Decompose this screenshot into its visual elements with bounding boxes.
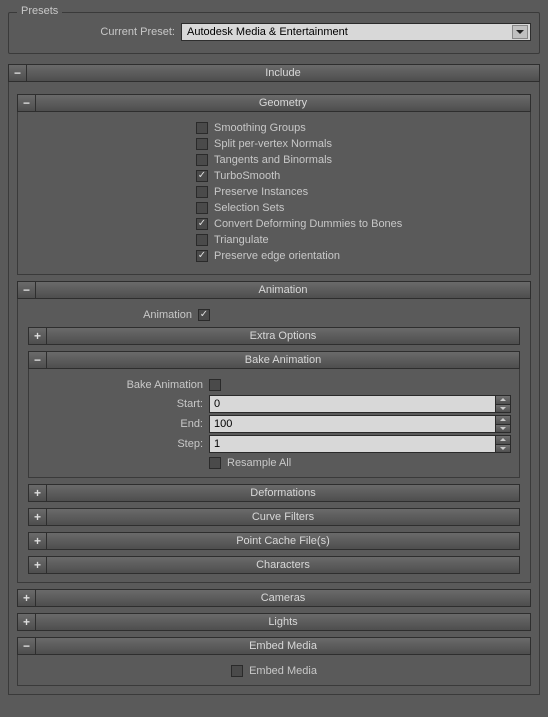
geometry-title[interactable]: Geometry: [35, 94, 531, 112]
curve-filters-title[interactable]: Curve Filters: [46, 508, 520, 526]
geometry-checkbox-label: Selection Sets: [214, 202, 284, 214]
step-input[interactable]: 1: [209, 435, 495, 453]
point-cache-title[interactable]: Point Cache File(s): [46, 532, 520, 550]
start-input[interactable]: 0: [209, 395, 495, 413]
end-down-icon[interactable]: [496, 425, 510, 433]
presets-legend: Presets: [17, 5, 62, 17]
geometry-item: Smoothing Groups: [196, 122, 522, 134]
geometry-body: Smoothing Groups Split per-vertex Normals…: [17, 112, 531, 275]
geometry-checkbox[interactable]: [196, 186, 208, 198]
start-spinner[interactable]: 0: [209, 395, 511, 413]
presets-fieldset: Presets Current Preset: Autodesk Media &…: [8, 12, 540, 54]
geometry-checkbox-label: Tangents and Binormals: [214, 154, 332, 166]
start-up-icon[interactable]: [496, 396, 510, 405]
include-title[interactable]: Include: [26, 64, 540, 82]
geometry-checkbox-label: Convert Deforming Dummies to Bones: [214, 218, 402, 230]
embed-media-checkbox[interactable]: [231, 665, 243, 677]
end-input[interactable]: 100: [209, 415, 495, 433]
current-preset-dropdown[interactable]: Autodesk Media & Entertainment: [181, 23, 531, 41]
animation-title[interactable]: Animation: [35, 281, 531, 299]
bake-toggle[interactable]: −: [28, 351, 46, 369]
embed-title[interactable]: Embed Media: [35, 637, 531, 655]
resample-label: Resample All: [227, 457, 291, 469]
deformations-title[interactable]: Deformations: [46, 484, 520, 502]
end-label: End:: [37, 418, 209, 430]
geometry-item: TurboSmooth: [196, 170, 522, 182]
geometry-checkbox[interactable]: [196, 154, 208, 166]
embed-media-label: Embed Media: [249, 665, 317, 677]
geometry-checkbox-label: Preserve Instances: [214, 186, 308, 198]
current-preset-value: Autodesk Media & Entertainment: [187, 26, 348, 38]
embed-body: Embed Media: [17, 655, 531, 686]
geometry-checkbox-label: Split per-vertex Normals: [214, 138, 332, 150]
include-toggle[interactable]: −: [8, 64, 26, 82]
step-label: Step:: [37, 438, 209, 450]
end-up-icon[interactable]: [496, 416, 510, 425]
point-cache-toggle[interactable]: +: [28, 532, 46, 550]
bake-animation-checkbox[interactable]: [209, 379, 221, 391]
deformations-toggle[interactable]: +: [28, 484, 46, 502]
animation-toggle[interactable]: −: [17, 281, 35, 299]
cameras-title[interactable]: Cameras: [35, 589, 531, 607]
bake-animation-label: Bake Animation: [37, 379, 209, 391]
resample-checkbox[interactable]: [209, 457, 221, 469]
geometry-item: Split per-vertex Normals: [196, 138, 522, 150]
lights-title[interactable]: Lights: [35, 613, 531, 631]
characters-title[interactable]: Characters: [46, 556, 520, 574]
animation-checkbox[interactable]: [198, 309, 210, 321]
geometry-checkbox[interactable]: [196, 234, 208, 246]
step-spinner[interactable]: 1: [209, 435, 511, 453]
geometry-item: Selection Sets: [196, 202, 522, 214]
geometry-item: Triangulate: [196, 234, 522, 246]
extra-options-toggle[interactable]: +: [28, 327, 46, 345]
characters-toggle[interactable]: +: [28, 556, 46, 574]
embed-toggle[interactable]: −: [17, 637, 35, 655]
geometry-checkbox[interactable]: [196, 202, 208, 214]
geometry-item: Preserve edge orientation: [196, 250, 522, 262]
geometry-item: Preserve Instances: [196, 186, 522, 198]
bake-body: Bake Animation Start: 0 End: 100: [28, 369, 520, 478]
geometry-checkbox-label: Triangulate: [214, 234, 269, 246]
geometry-item: Tangents and Binormals: [196, 154, 522, 166]
start-label: Start:: [37, 398, 209, 410]
bake-title[interactable]: Bake Animation: [46, 351, 520, 369]
step-up-icon[interactable]: [496, 436, 510, 445]
animation-checkbox-label: Animation: [26, 309, 198, 321]
geometry-checkbox-label: TurboSmooth: [214, 170, 280, 182]
dropdown-arrow-icon[interactable]: [512, 25, 528, 39]
geometry-checkbox[interactable]: [196, 138, 208, 150]
include-body: − Geometry Smoothing Groups Split per-ver…: [8, 82, 540, 695]
step-down-icon[interactable]: [496, 445, 510, 453]
extra-options-title[interactable]: Extra Options: [46, 327, 520, 345]
animation-body: Animation + Extra Options − Bake Animati…: [17, 299, 531, 583]
geometry-checkbox-label: Smoothing Groups: [214, 122, 306, 134]
geometry-checkbox-label: Preserve edge orientation: [214, 250, 340, 262]
curve-filters-toggle[interactable]: +: [28, 508, 46, 526]
end-spinner[interactable]: 100: [209, 415, 511, 433]
lights-toggle[interactable]: +: [17, 613, 35, 631]
geometry-toggle[interactable]: −: [17, 94, 35, 112]
start-down-icon[interactable]: [496, 405, 510, 413]
geometry-item: Convert Deforming Dummies to Bones: [196, 218, 522, 230]
geometry-checkbox[interactable]: [196, 170, 208, 182]
cameras-toggle[interactable]: +: [17, 589, 35, 607]
geometry-checkbox[interactable]: [196, 250, 208, 262]
geometry-checkbox[interactable]: [196, 218, 208, 230]
geometry-checkbox[interactable]: [196, 122, 208, 134]
current-preset-label: Current Preset:: [17, 26, 181, 38]
